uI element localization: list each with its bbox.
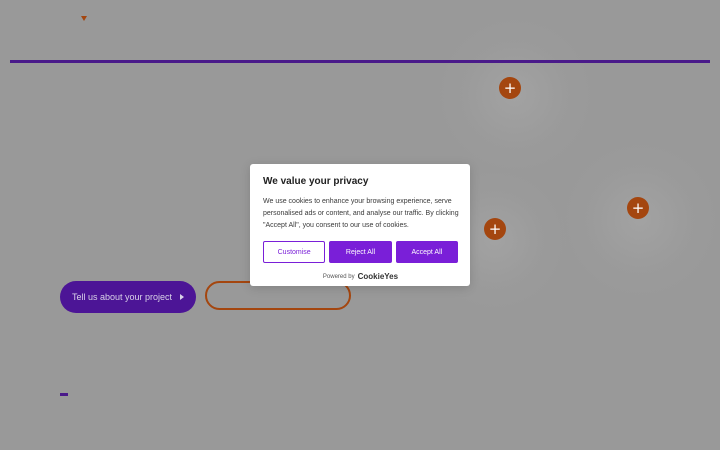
accept-all-button[interactable]: Accept All (395, 241, 458, 263)
nav-marker-icon (81, 16, 87, 21)
customise-button[interactable]: Customise (263, 241, 326, 263)
section-dash (60, 393, 68, 396)
decorative-glow (560, 140, 720, 300)
cookie-consent-dialog: We value your privacy We use cookies to … (250, 164, 470, 286)
plus-icon[interactable]: + (484, 218, 506, 240)
tell-us-about-project-button[interactable]: Tell us about your project (60, 281, 196, 313)
cookieyes-logo[interactable]: CookieYes (358, 272, 398, 281)
plus-icon[interactable]: + (627, 197, 649, 219)
reject-all-button[interactable]: Reject All (329, 241, 392, 263)
consent-title: We value your privacy (263, 176, 369, 187)
consent-button-row: Customise Reject All Accept All (263, 241, 458, 263)
plus-icon[interactable]: + (499, 77, 521, 99)
cta-label: Tell us about your project (71, 292, 173, 302)
consent-description: We use cookies to enhance your browsing … (263, 198, 459, 229)
powered-by: Powered by CookieYes (263, 272, 458, 281)
hero-divider (10, 60, 710, 63)
play-triangle-icon (180, 294, 185, 300)
powered-by-text: Powered by (322, 273, 355, 280)
